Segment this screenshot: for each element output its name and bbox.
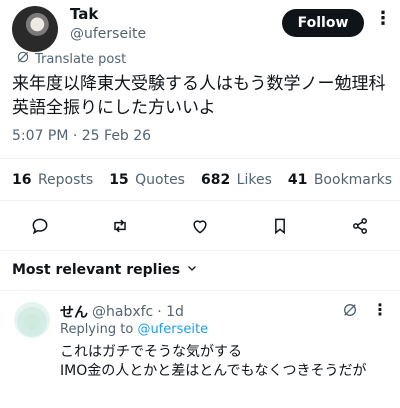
author-handle[interactable]: @uferseite (70, 26, 146, 42)
like-icon[interactable] (186, 212, 214, 240)
chevron-down-icon (186, 262, 198, 278)
likes-stat[interactable]: 682 Likes (201, 172, 272, 188)
repost-icon[interactable] (106, 212, 134, 240)
bookmark-icon[interactable] (266, 212, 294, 240)
reply-time[interactable]: · 1d (157, 304, 184, 320)
divider (0, 290, 400, 291)
divider (0, 158, 400, 159)
replying-to-link[interactable]: @uferseite (137, 322, 208, 337)
reply-text-line: これはガチでそうな気がする (60, 344, 242, 360)
replies-header-label: Most relevant replies (12, 262, 181, 278)
action-bar (0, 212, 400, 240)
reply-text: これはガチでそうな気がする IMO金の人とかと差はとんでもなくつきそうだが (60, 343, 390, 381)
reply-header: せん @habxfc · 1d (60, 302, 184, 322)
bookmarks-stat[interactable]: 41 Bookmarks (288, 172, 392, 188)
quotes-stat[interactable]: 15 Quotes (109, 172, 185, 188)
replying-prefix: Replying to (60, 322, 134, 337)
share-icon[interactable] (346, 212, 374, 240)
reply-author-handle[interactable]: @habxfc (92, 304, 153, 320)
reply-author-name[interactable]: せん (60, 302, 88, 322)
more-options-icon[interactable]: ⋮ (374, 10, 392, 28)
author-name[interactable]: Tak (70, 5, 98, 23)
replying-to-line: Replying to @uferseite (60, 322, 208, 337)
reply-more-options-icon[interactable]: ⋮ (372, 302, 388, 318)
tweet-text: 来年度以降東大受験する人はもう数学ノー勉理科英語全振りにした方いいよ (12, 74, 386, 118)
reply-icon[interactable] (26, 212, 54, 240)
replies-sort-dropdown[interactable]: Most relevant replies (12, 262, 198, 278)
reposts-stat[interactable]: 16 Reposts (12, 172, 93, 188)
reply-avatar[interactable] (14, 302, 50, 338)
tweet-timestamp[interactable]: 5:07 PM · 25 Feb 26 (12, 128, 151, 144)
author-avatar[interactable] (12, 6, 58, 52)
tweet-stats: 16 Reposts 15 Quotes 682 Likes 41 Bookma… (12, 172, 392, 188)
reply-text-line: IMO金の人とかと差はとんでもなくつきそうだが (60, 363, 367, 379)
translate-icon[interactable] (342, 302, 358, 322)
translate-icon (16, 50, 30, 68)
translate-label: Translate post (35, 51, 127, 67)
divider (0, 200, 400, 201)
divider (0, 250, 400, 251)
translate-post-link[interactable]: Translate post (16, 50, 126, 68)
follow-button[interactable]: Follow (282, 9, 364, 37)
